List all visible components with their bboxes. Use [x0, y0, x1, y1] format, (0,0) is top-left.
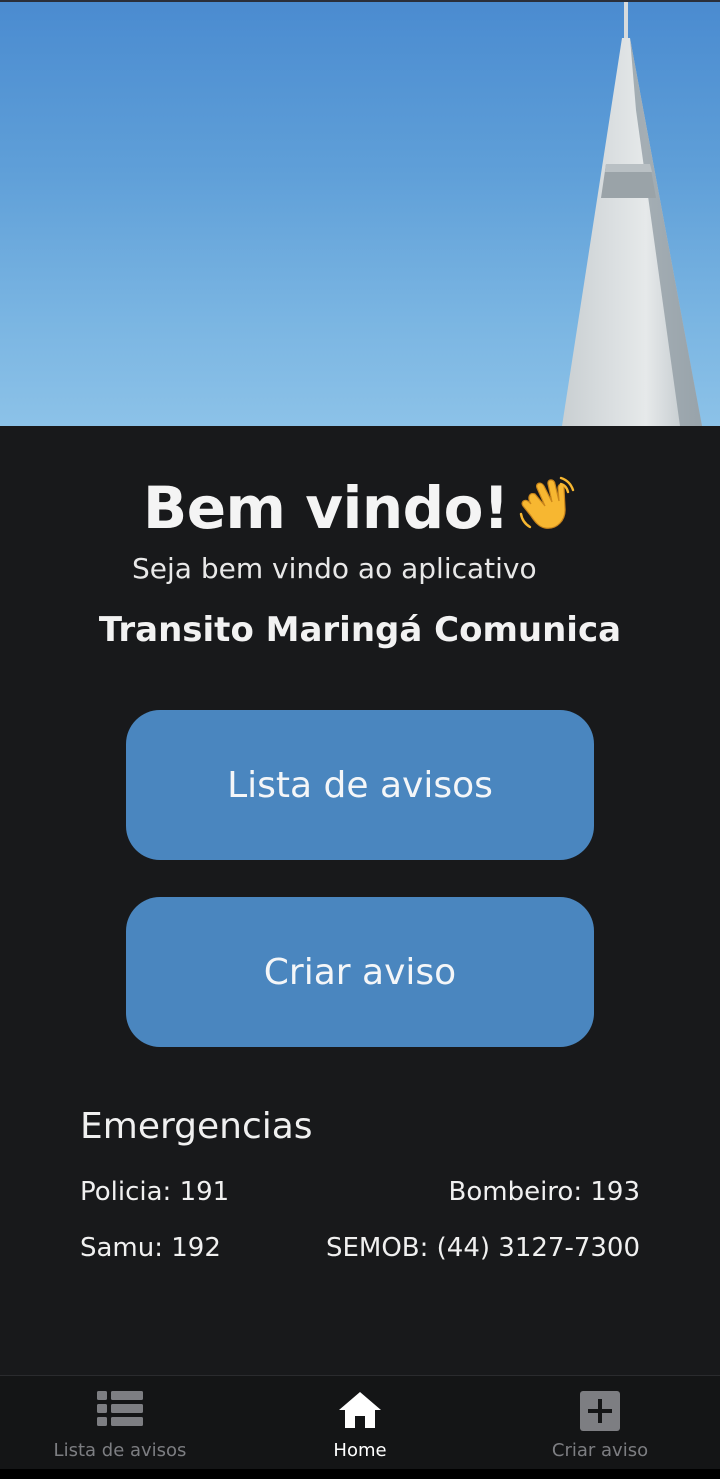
samu-number: Samu: 192 — [80, 1233, 221, 1263]
system-nav-strip — [0, 1469, 720, 1479]
firefighter-number: Bombeiro: 193 — [448, 1177, 640, 1207]
cathedral-spire-image — [562, 2, 702, 426]
police-number: Policia: 191 — [80, 1177, 230, 1207]
nav-label-home: Home — [333, 1440, 387, 1461]
semob-number: SEMOB: (44) 3127-7300 — [325, 1233, 640, 1263]
home-icon — [339, 1392, 381, 1428]
list-notices-button-label: Lista de avisos — [227, 764, 493, 806]
nav-label-create: Criar aviso — [551, 1440, 649, 1461]
app-name: Transito Maringá Comunica — [98, 610, 622, 650]
welcome-heading-row: Bem vindo! — [0, 474, 720, 542]
emergencies-title: Emergencias — [80, 1106, 313, 1147]
nav-item-home[interactable]: Home — [240, 1376, 480, 1470]
create-notice-button-label: Criar aviso — [263, 951, 457, 993]
create-notice-button[interactable]: Criar aviso — [126, 897, 594, 1047]
list-notices-button[interactable]: Lista de avisos — [126, 710, 594, 860]
nav-label-list: Lista de avisos — [53, 1440, 187, 1461]
nav-item-create[interactable]: Criar aviso — [480, 1376, 720, 1470]
list-icon — [97, 1391, 143, 1426]
waving-hand-icon — [519, 476, 575, 529]
bottom-navigation: Lista de avisos Home Criar aviso — [0, 1375, 720, 1469]
welcome-subtitle: Seja bem vindo ao aplicativo — [132, 552, 537, 585]
hero-image — [0, 0, 720, 426]
nav-item-list[interactable]: Lista de avisos — [0, 1376, 240, 1470]
welcome-title: Bem vindo! — [143, 474, 509, 542]
add-box-icon — [580, 1391, 620, 1431]
